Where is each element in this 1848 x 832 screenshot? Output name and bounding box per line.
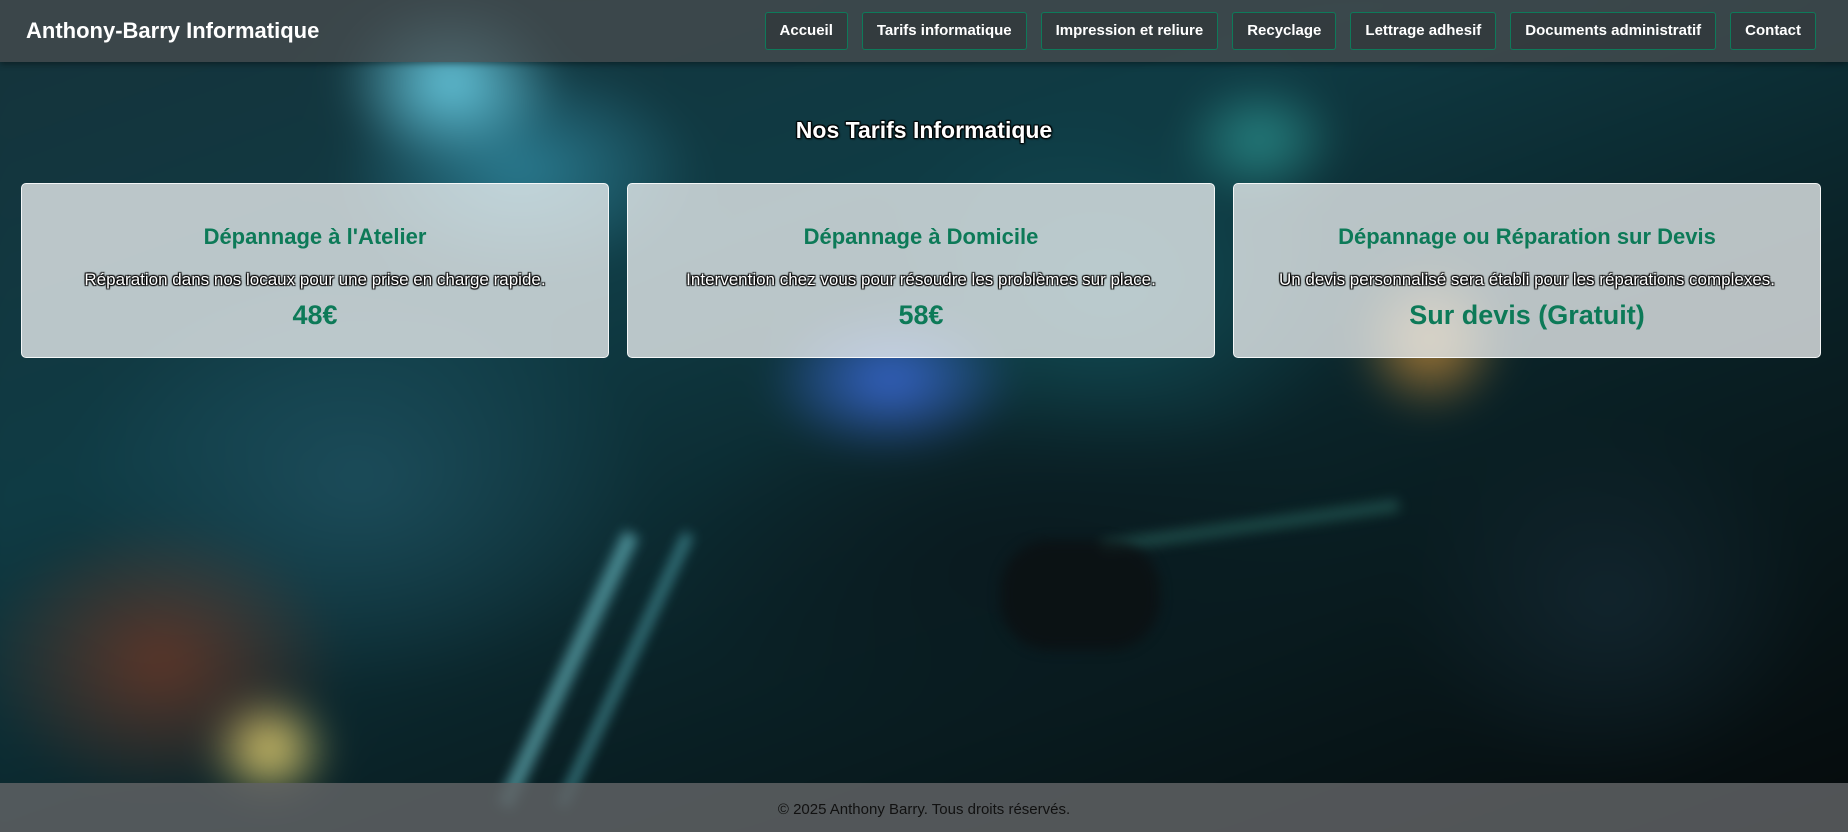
nav-item-tarifs-informatique[interactable]: Tarifs informatique — [861, 12, 1027, 50]
card-description: Intervention chez vous pour résoudre les… — [686, 270, 1156, 289]
card-description: Réparation dans nos locaux pour une pris… — [84, 270, 546, 289]
nav-item-lettrage-adhesif[interactable]: Lettrage adhesif — [1350, 12, 1497, 50]
nav-item-impression-et-reliure[interactable]: Impression et reliure — [1040, 12, 1219, 50]
background-shadow — [1000, 540, 1160, 650]
nav-item-contact[interactable]: Contact — [1730, 12, 1816, 50]
card-price: Sur devis (Gratuit) — [1409, 300, 1645, 330]
page: Anthony-Barry Informatique Accueil Tarif… — [0, 0, 1848, 832]
card-price: 58€ — [898, 300, 944, 330]
nav-item-documents-administratif[interactable]: Documents administratif — [1510, 12, 1717, 50]
main-nav: Accueil Tarifs informatique Impression e… — [764, 12, 1816, 50]
card-title: Dépannage ou Réparation sur Devis — [1338, 224, 1716, 249]
site-footer: © 2025 Anthony Barry. Tous droits réserv… — [0, 783, 1848, 832]
card-title: Dépannage à Domicile — [803, 224, 1039, 249]
nav-item-accueil[interactable]: Accueil — [764, 12, 848, 50]
nav-item-recyclage[interactable]: Recyclage — [1232, 12, 1337, 50]
site-header: Anthony-Barry Informatique Accueil Tarif… — [0, 0, 1848, 62]
card-title: Dépannage à l'Atelier — [203, 224, 427, 249]
card-description: Un devis personnalisé sera établi pour l… — [1278, 270, 1776, 289]
site-brand[interactable]: Anthony-Barry Informatique — [26, 18, 319, 44]
copyright-text: © 2025 Anthony Barry. Tous droits réserv… — [777, 801, 1071, 818]
pricing-card-devis: Dépannage ou Réparation sur Devis Un dev… — [1233, 183, 1821, 358]
page-title: Nos Tarifs Informatique — [795, 117, 1053, 144]
pricing-card-domicile: Dépannage à Domicile Intervention chez v… — [627, 183, 1215, 358]
card-price: 48€ — [292, 300, 338, 330]
pricing-card-atelier: Dépannage à l'Atelier Réparation dans no… — [21, 183, 609, 358]
pricing-cards: Dépannage à l'Atelier Réparation dans no… — [21, 183, 1821, 358]
